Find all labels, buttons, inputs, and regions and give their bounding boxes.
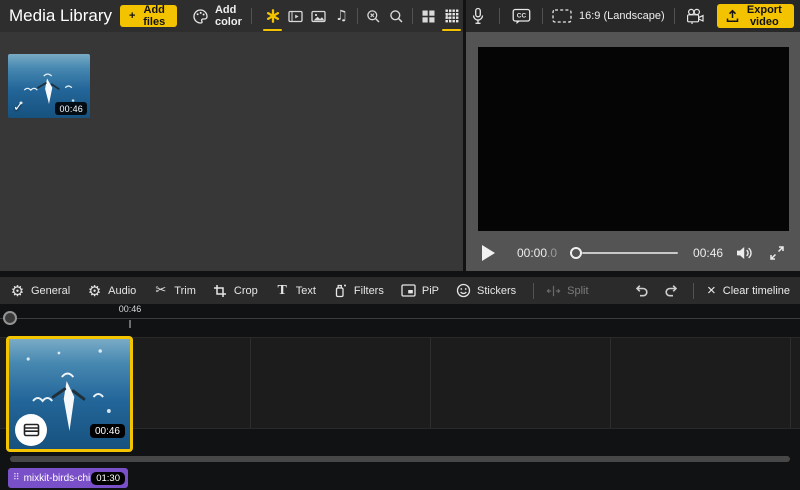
- aspect-ratio-selector[interactable]: 16:9 (Landscape): [552, 9, 665, 23]
- divider: [357, 8, 358, 24]
- captions-cc-icon[interactable]: CC: [509, 4, 533, 28]
- toolbar-general-button[interactable]: ⚙ General: [10, 281, 70, 300]
- aspect-ratio-icon: [552, 9, 572, 23]
- track-cell-divider: [430, 338, 431, 428]
- divider: [533, 282, 535, 299]
- images-icon[interactable]: [307, 0, 330, 32]
- split-icon: [546, 283, 561, 298]
- toolbar-filters-button[interactable]: Filters: [333, 283, 384, 298]
- toolbar-right-group: × Clear timeline: [630, 279, 790, 303]
- clear-timeline-button[interactable]: × Clear timeline: [707, 283, 790, 298]
- search-icon[interactable]: [385, 0, 408, 32]
- clear-timeline-label: Clear timeline: [722, 284, 790, 297]
- clip-duration-badge: 00:46: [89, 424, 125, 438]
- collapse-panel-icon[interactable]: ‹: [437, 0, 459, 32]
- gear-icon: ⚙: [87, 281, 102, 300]
- divider: [412, 8, 413, 24]
- volume-icon[interactable]: [735, 245, 755, 261]
- duration-badge: 00:46: [55, 102, 87, 115]
- selected-check-icon: ✓: [13, 100, 24, 115]
- seek-slider[interactable]: [570, 247, 679, 259]
- total-time: 00:46: [693, 246, 724, 260]
- clip-type-badge[interactable]: [15, 414, 47, 446]
- camera-icon[interactable]: [684, 4, 708, 28]
- palette-icon: [192, 8, 209, 25]
- drag-handle-icon[interactable]: ⠿: [13, 473, 20, 483]
- microphone-icon[interactable]: [466, 4, 490, 28]
- svg-text:CC: CC: [516, 12, 526, 19]
- ruler-tick: [129, 320, 131, 328]
- undo-icon[interactable]: [630, 279, 654, 303]
- divider: [251, 8, 252, 24]
- library-filter-tabs: ♫: [261, 0, 463, 32]
- audio-clip-name: mixkit-birds-chir...: [23, 472, 92, 484]
- toolbar-audio-button[interactable]: ⚙ Audio: [87, 281, 136, 300]
- audio-duration-badge: 01:30: [91, 471, 125, 485]
- favorites-star-icon[interactable]: [261, 0, 284, 32]
- current-time: 00:00.0: [517, 246, 558, 260]
- video-clips-icon[interactable]: [284, 0, 307, 32]
- video-editor-app: Media Library + Add files Add color ♫ ‹ …: [0, 0, 800, 490]
- text-T-icon: T: [277, 282, 287, 298]
- video-preview-canvas: [478, 47, 789, 231]
- toolbar-crop-button[interactable]: Crop: [213, 283, 258, 298]
- timeline-horizontal-scrollbar[interactable]: [10, 456, 790, 462]
- plus-icon: +: [129, 10, 136, 22]
- track-cell-divider: [790, 338, 791, 428]
- media-library-panel: Media Library + Add files Add color ♫ ‹ …: [0, 0, 463, 271]
- scissors-icon: ✂: [155, 283, 167, 298]
- toolbar-pip-button[interactable]: PiP: [401, 283, 439, 298]
- seek-track: [582, 252, 679, 254]
- seek-knob[interactable]: [570, 247, 583, 259]
- preview-topbar: CC 16:9 (Landscape) Export video: [466, 0, 800, 32]
- clip-media-icon: [23, 423, 39, 437]
- crop-icon: [213, 283, 228, 298]
- divider: [673, 8, 675, 24]
- picture-in-picture-icon: [401, 283, 416, 298]
- fullscreen-icon[interactable]: [769, 245, 785, 261]
- toolbar-text-button[interactable]: T Text: [275, 283, 316, 298]
- preview-panel: CC 16:9 (Landscape) Export video 00:00.0…: [466, 0, 800, 271]
- toolbar-stickers-button[interactable]: Stickers: [456, 283, 516, 298]
- audio-music-icon[interactable]: ♫: [330, 0, 353, 32]
- edit-toolbar: ⚙ General ⚙ Audio ✂ Trim Crop T Text Fil…: [0, 277, 800, 304]
- timeline-video-clip[interactable]: 00:46: [6, 336, 133, 452]
- filter-bottle-icon: [333, 283, 348, 298]
- toolbar-split-button[interactable]: Split: [546, 283, 589, 298]
- search-clear-icon[interactable]: [362, 0, 385, 32]
- export-video-button[interactable]: Export video: [716, 4, 794, 28]
- add-color-button[interactable]: Add color: [192, 4, 242, 28]
- play-button[interactable]: [482, 245, 495, 261]
- divider: [542, 8, 543, 24]
- add-color-label: Add color: [214, 4, 242, 28]
- divider: [692, 282, 694, 299]
- close-icon: ×: [706, 282, 716, 299]
- ruler-time-label: 00:46: [118, 304, 142, 314]
- track-cell-divider: [610, 338, 611, 428]
- add-files-label: Add files: [143, 4, 166, 28]
- time-fraction: .0: [547, 246, 558, 260]
- media-library-header: Media Library + Add files Add color ♫ ‹: [0, 0, 463, 32]
- gear-icon: ⚙: [10, 281, 25, 300]
- track-cell-divider: [250, 338, 251, 428]
- export-video-label: Export video: [746, 4, 782, 28]
- media-item-thumbnail[interactable]: ✓ 00:46: [8, 54, 90, 118]
- export-upload-icon: [726, 9, 739, 23]
- divider: [499, 8, 500, 24]
- redo-icon[interactable]: [660, 279, 684, 303]
- playhead-handle[interactable]: [3, 311, 17, 325]
- add-files-button[interactable]: + Add files: [120, 4, 177, 28]
- timeline-ruler-line: [0, 318, 800, 319]
- smiley-icon: [456, 283, 471, 298]
- playback-controls: 00:00.0 00:46: [466, 238, 800, 268]
- toolbar-trim-button[interactable]: ✂ Trim: [153, 283, 196, 298]
- page-title: Media Library: [9, 6, 112, 25]
- timeline-audio-clip[interactable]: ⠿ mixkit-birds-chir... 01:30: [8, 468, 128, 488]
- aspect-ratio-label: 16:9 (Landscape): [579, 10, 665, 22]
